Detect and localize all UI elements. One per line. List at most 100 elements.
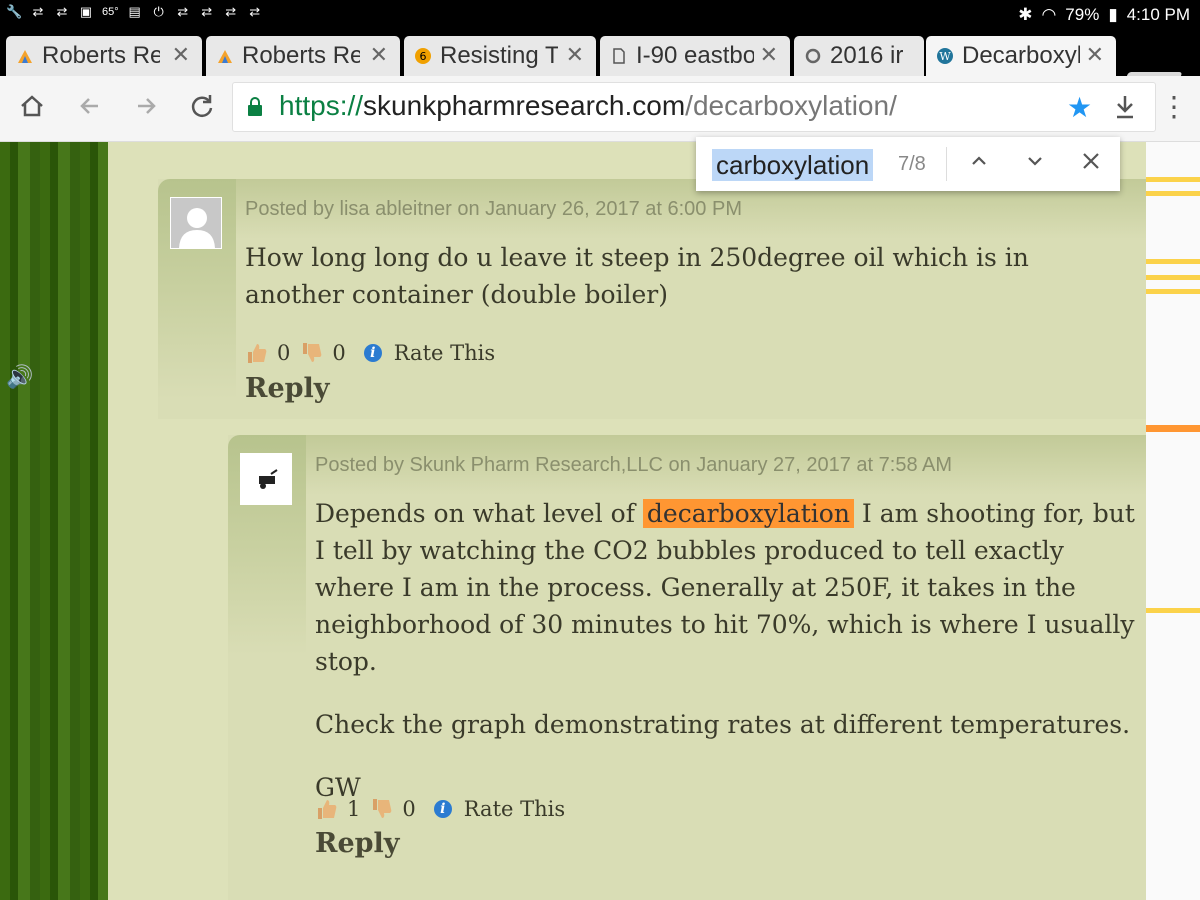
bluetooth-icon: ✱ xyxy=(1018,5,1033,24)
comment-lisa: Posted by lisa ableitner on January 26, … xyxy=(158,179,1146,419)
find-marker xyxy=(1146,259,1200,264)
tablet-icon: ▣ xyxy=(79,4,93,19)
rating-row: 1 0 i Rate This xyxy=(315,797,565,821)
comment-paragraph: Depends on what level of decarboxylation… xyxy=(315,495,1141,680)
status-bar: 🔧 ⇄ ⇄ ▣ 65° ▤ ⏻ ⇄ ⇄ ⇄ ⇄ ✱ ◠ 79% ▮ 4:10 P… xyxy=(0,0,1200,30)
find-result-markers[interactable] xyxy=(1146,142,1200,900)
url-text: https://skunkpharmresearch.com/decarboxy… xyxy=(279,90,897,122)
find-input[interactable]: carboxylation xyxy=(712,149,874,181)
find-marker-current xyxy=(1146,425,1200,432)
forward-icon[interactable] xyxy=(130,92,162,124)
tab-strip: Roberts Re ✕ Roberts Re ✕ 6 Resisting T … xyxy=(0,30,1200,96)
comment-meta: Posted by lisa ableitner on January 26, … xyxy=(245,198,742,220)
tab-title: 2016 ir xyxy=(830,42,904,69)
tab-i90[interactable]: I-90 eastbo ✕ xyxy=(600,36,790,76)
sync-icon: ⇄ xyxy=(249,4,261,19)
svg-text:W: W xyxy=(939,50,951,63)
wifi-icon: ◠ xyxy=(1041,5,1057,24)
reply-link[interactable]: Reply xyxy=(315,828,399,859)
home-icon[interactable] xyxy=(16,92,48,124)
news-icon: ▤ xyxy=(128,4,141,19)
thumbs-up-count: 1 xyxy=(347,797,361,821)
chevron-up-icon[interactable] xyxy=(964,149,994,179)
notification-icons: 🔧 ⇄ ⇄ ▣ 65° ▤ ⏻ ⇄ ⇄ ⇄ ⇄ xyxy=(6,5,263,19)
browser-toolbar: https://skunkpharmresearch.com/decarboxy… xyxy=(0,76,1200,142)
thumbs-down-icon[interactable] xyxy=(300,341,324,365)
tab-title: I-90 eastbo xyxy=(636,42,754,69)
speaker-icon: 🔊 xyxy=(6,364,34,389)
thumbs-up-icon[interactable] xyxy=(315,797,339,821)
resisting-favicon-icon: 6 xyxy=(415,48,431,64)
url-path: /decarboxylation/ xyxy=(685,90,897,121)
close-icon[interactable] xyxy=(1076,149,1106,179)
comment-body: Depends on what level of decarboxylation… xyxy=(315,495,1141,832)
tab-roberts-2[interactable]: Roberts Re ✕ xyxy=(206,36,400,76)
tab-roberts-1[interactable]: Roberts Re ✕ xyxy=(6,36,202,76)
info-icon[interactable]: i xyxy=(363,344,382,362)
roberts-favicon-icon xyxy=(218,50,232,63)
find-highlight: decarboxylation xyxy=(642,499,854,528)
text-segment: Depends on what level of xyxy=(315,499,643,528)
sync-icon: ⇄ xyxy=(56,4,68,19)
comment-meta: Posted by Skunk Pharm Research,LLC on Ja… xyxy=(315,454,953,476)
comment-body: How long long do u leave it steep in 250… xyxy=(245,239,1125,339)
find-marker xyxy=(1146,177,1200,182)
download-icon[interactable] xyxy=(1113,93,1137,121)
tab-decarboxylation[interactable]: W Decarboxyl ✕ xyxy=(926,36,1116,76)
tab-title: Resisting T xyxy=(440,42,558,69)
find-marker xyxy=(1146,289,1200,294)
reply-link[interactable]: Reply xyxy=(245,373,329,404)
overflow-menu-icon[interactable]: ⋮ xyxy=(1160,92,1188,124)
back-icon[interactable] xyxy=(74,92,106,124)
thumbs-up-count: 0 xyxy=(277,341,291,365)
power-icon: ⏻ xyxy=(153,4,164,19)
battery-icon: ▮ xyxy=(1108,5,1118,24)
url-host: skunkpharmresearch.com xyxy=(363,90,686,121)
thumbs-down-icon[interactable] xyxy=(370,797,394,821)
find-in-page-bar: carboxylation 7/8 xyxy=(696,137,1120,191)
close-icon[interactable]: ✕ xyxy=(566,42,584,68)
rate-this-label[interactable]: Rate This xyxy=(394,341,495,365)
wrench-icon: 🔧 xyxy=(6,4,23,19)
find-marker xyxy=(1146,608,1200,613)
tab-title: Roberts Re xyxy=(242,42,360,69)
find-result-count: 7/8 xyxy=(898,153,926,175)
sync-icon: ⇄ xyxy=(225,4,237,19)
close-icon[interactable]: ✕ xyxy=(760,42,778,68)
thumbs-up-icon[interactable] xyxy=(245,341,269,365)
find-marker xyxy=(1146,191,1200,196)
address-bar[interactable]: https://skunkpharmresearch.com/decarboxy… xyxy=(232,82,1156,132)
close-icon[interactable]: ✕ xyxy=(172,42,190,68)
close-icon[interactable]: ✕ xyxy=(1086,42,1104,68)
tab-title: Roberts Re xyxy=(42,42,160,69)
clock: 4:10 PM xyxy=(1126,5,1190,24)
url-scheme: https:// xyxy=(279,90,364,121)
decorative-sidebar xyxy=(0,142,108,900)
sync-icon: ⇄ xyxy=(177,4,189,19)
tab-title: Decarboxyl xyxy=(962,42,1080,69)
thumbs-down-count: 0 xyxy=(402,797,416,821)
page-content: 🔊 Posted by lisa ableitner on January 26… xyxy=(0,142,1200,900)
rate-this-label[interactable]: Rate This xyxy=(464,797,565,821)
chevron-down-icon[interactable] xyxy=(1020,149,1050,179)
tab-2016[interactable]: 2016 ir xyxy=(794,36,924,76)
avatar xyxy=(240,453,292,505)
comment-paragraph: Check the graph demonstrating rates at d… xyxy=(315,710,1131,739)
rating-row: 0 0 i Rate This xyxy=(245,341,495,365)
page-favicon-icon xyxy=(613,48,625,64)
divider xyxy=(946,147,947,181)
reload-icon[interactable] xyxy=(186,92,218,124)
close-icon[interactable]: ✕ xyxy=(370,42,388,68)
roberts-favicon-icon xyxy=(18,50,32,63)
tab-resisting[interactable]: 6 Resisting T ✕ xyxy=(404,36,596,76)
system-indicators: ✱ ◠ 79% ▮ 4:10 PM xyxy=(1018,5,1190,25)
lock-icon xyxy=(248,97,262,116)
find-marker xyxy=(1146,275,1200,280)
temperature-text: 65° xyxy=(102,6,119,18)
bookmark-star-icon[interactable]: ★ xyxy=(1067,91,1092,124)
svg-text:6: 6 xyxy=(420,50,427,63)
sync-icon: ⇄ xyxy=(201,4,213,19)
info-icon[interactable]: i xyxy=(433,800,452,818)
sync-icon: ⇄ xyxy=(32,4,44,19)
avatar xyxy=(170,197,222,249)
